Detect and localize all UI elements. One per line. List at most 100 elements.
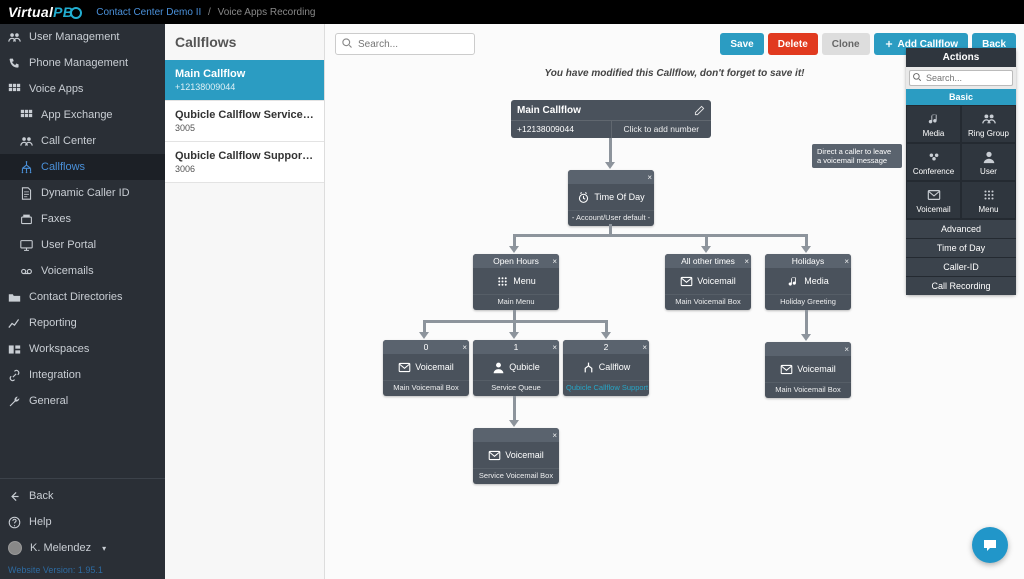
mail-icon [488, 449, 501, 462]
action-conference[interactable]: Conference [906, 143, 961, 181]
search-icon [341, 37, 353, 49]
sidebar-item-workspaces[interactable]: Workspaces [0, 336, 165, 362]
conf-icon [909, 150, 958, 164]
node-menu[interactable]: Open Hours× Menu Main Menu [473, 254, 559, 310]
breadcrumb: Contact Center Demo II / Voice Apps Reco… [96, 7, 315, 18]
user-icon [492, 361, 505, 374]
node-time-of-day[interactable]: × Time Of Day - Account/User default - [568, 170, 654, 226]
node-voicemail-allother[interactable]: All other times× Voicemail Main Voicemai… [665, 254, 751, 310]
actions-search-input[interactable] [909, 70, 1013, 86]
link-icon [8, 369, 21, 382]
save-button[interactable]: Save [720, 33, 763, 55]
action-user[interactable]: User [961, 143, 1016, 181]
actions-section-basic[interactable]: Basic [906, 89, 1016, 105]
doc-icon [20, 187, 33, 200]
sidebar-item-call-center[interactable]: Call Center [0, 128, 165, 154]
close-icon[interactable]: × [647, 171, 652, 185]
sidebar-user[interactable]: K. Melendez▾ [0, 535, 165, 561]
avatar [8, 541, 22, 555]
user-icon [964, 150, 1013, 164]
back-icon [8, 490, 21, 503]
wrench-icon [8, 395, 21, 408]
note-icon [909, 112, 958, 126]
clock-icon [577, 191, 590, 204]
fax-icon [20, 213, 33, 226]
sidebar-back[interactable]: Back [0, 483, 165, 509]
edit-icon[interactable] [694, 105, 705, 116]
grid-icon [20, 109, 33, 122]
close-icon[interactable]: × [642, 341, 647, 355]
root-node[interactable]: Main Callflow +12138009044 Click to add … [511, 100, 711, 138]
chat-button[interactable] [972, 527, 1008, 563]
search-input[interactable] [335, 33, 475, 55]
flow-icon [20, 161, 33, 174]
monitor-icon [20, 239, 33, 252]
sidebar-item-faxes[interactable]: Faxes [0, 206, 165, 232]
grid-icon [8, 83, 21, 96]
mail-icon [780, 363, 793, 376]
node-voicemail-service[interactable]: × Voicemail Service Voicemail Box [473, 428, 559, 484]
branch-icon [582, 361, 595, 374]
action-media[interactable]: Media [906, 105, 961, 143]
callflow-item[interactable]: Main Callflow+12138009044 [165, 60, 324, 101]
sidebar-item-dynamic-caller-id[interactable]: Dynamic Caller ID [0, 180, 165, 206]
sidebar-item-contact-directories[interactable]: Contact Directories [0, 284, 165, 310]
callflows-heading: Callflows [165, 24, 324, 60]
sidebar-item-user-management[interactable]: User Management [0, 24, 165, 50]
action-voicemail[interactable]: Voicemail [906, 181, 961, 219]
sidebar-item-voicemails[interactable]: Voicemails [0, 258, 165, 284]
action-section-caller-id[interactable]: Caller-ID [906, 257, 1016, 276]
folder-icon [8, 291, 21, 304]
mail-icon [398, 361, 411, 374]
actions-title: Actions [906, 48, 1016, 67]
node-qubicle[interactable]: 1× Qubicle Service Queue [473, 340, 559, 396]
mail-icon [680, 275, 693, 288]
node-callflow[interactable]: 2× Callflow Qubicle Callflow Support Que… [563, 340, 649, 396]
breadcrumb-link[interactable]: Contact Center Demo II [96, 7, 201, 18]
delete-button[interactable]: Delete [768, 33, 818, 55]
help-icon [8, 516, 21, 529]
close-icon[interactable]: × [462, 341, 467, 355]
clone-button[interactable]: Clone [822, 33, 870, 55]
close-icon[interactable]: × [844, 343, 849, 357]
close-icon[interactable]: × [744, 255, 749, 269]
close-icon[interactable]: × [552, 255, 557, 269]
sidebar-item-integration[interactable]: Integration [0, 362, 165, 388]
sidebar-item-phone-management[interactable]: Phone Management [0, 50, 165, 76]
node-voicemail-holiday[interactable]: × Voicemail Main Voicemail Box [765, 342, 851, 398]
tooltip-voicemail: Direct a caller to leave a voicemail mes… [812, 144, 902, 168]
users-icon [964, 112, 1013, 126]
close-icon[interactable]: × [552, 341, 557, 355]
sidebar-item-callflows[interactable]: Callflows [0, 154, 165, 180]
action-section-advanced[interactable]: Advanced [906, 219, 1016, 238]
action-section-time-of-day[interactable]: Time of Day [906, 238, 1016, 257]
plus-icon [884, 39, 894, 49]
node-voicemail-0[interactable]: 0× Voicemail Main Voicemail Box [383, 340, 469, 396]
action-section-call-recording[interactable]: Call Recording [906, 276, 1016, 295]
chevron-down-icon: ▾ [102, 544, 106, 553]
phone-icon [8, 57, 21, 70]
chart-icon [8, 317, 21, 330]
sidebar-help[interactable]: Help [0, 509, 165, 535]
root-phone: +12138009044 [511, 121, 612, 138]
chat-icon [982, 537, 998, 553]
close-icon[interactable]: × [844, 255, 849, 269]
breadcrumb-current: Voice Apps Recording [218, 7, 316, 18]
callflow-item[interactable]: Qubicle Callflow Service Qu...3005 [165, 101, 324, 142]
sidebar-item-user-portal[interactable]: User Portal [0, 232, 165, 258]
action-menu[interactable]: Menu [961, 181, 1016, 219]
action-ring-group[interactable]: Ring Group [961, 105, 1016, 143]
add-number[interactable]: Click to add number [612, 121, 712, 138]
close-icon[interactable]: × [552, 429, 557, 443]
vm-icon [20, 265, 33, 278]
menu-icon [964, 188, 1013, 202]
users-icon [8, 31, 21, 44]
node-media-holiday[interactable]: Holidays× Media Holiday Greeting [765, 254, 851, 310]
sidebar-item-general[interactable]: General [0, 388, 165, 414]
sidebar-item-app-exchange[interactable]: App Exchange [0, 102, 165, 128]
sidebar-item-voice-apps[interactable]: Voice Apps [0, 76, 165, 102]
users-icon [20, 135, 33, 148]
callflow-item[interactable]: Qubicle Callflow Support Qu...3006 [165, 142, 324, 183]
sidebar-item-reporting[interactable]: Reporting [0, 310, 165, 336]
mail-icon [909, 188, 958, 202]
